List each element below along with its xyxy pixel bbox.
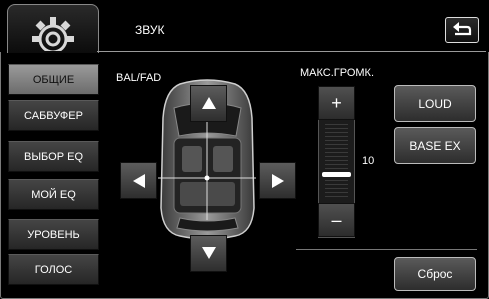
menu-item-general[interactable]: ОБЩИЕ (8, 64, 99, 95)
arrow-down-icon (202, 247, 216, 259)
balance-left-button[interactable] (120, 162, 157, 199)
page-title: ЗВУК (135, 23, 165, 37)
balance-right-button[interactable] (259, 162, 296, 199)
back-button[interactable] (445, 17, 479, 43)
volume-minus-button[interactable]: – (318, 203, 355, 237)
arrow-up-icon (202, 97, 216, 109)
fader-rear-button[interactable] (190, 235, 227, 272)
volume-value: 10 (362, 155, 375, 167)
volume-slider-thumb[interactable] (322, 172, 351, 177)
volume-plus-button[interactable]: + (318, 86, 355, 120)
volume-scale (325, 124, 348, 200)
arrow-right-icon (272, 174, 284, 188)
reset-button[interactable]: Сброс (394, 257, 476, 291)
settings-tab[interactable] (7, 4, 99, 53)
back-arrow-icon (453, 22, 472, 36)
base-ex-button[interactable]: BASE EX (394, 127, 476, 164)
gear-icon (32, 17, 74, 51)
header-divider (97, 51, 486, 52)
fader-front-button[interactable] (190, 85, 227, 122)
loud-button[interactable]: LOUD (394, 85, 476, 122)
bottom-divider (296, 249, 477, 250)
header: ЗВУК (0, 0, 489, 53)
menu-item-my-eq[interactable]: МОЙ EQ (8, 179, 99, 210)
menu-item-subwoofer[interactable]: САБВУФЕР (8, 100, 99, 131)
max-volume-label: МАКС.ГРОМК. (300, 67, 375, 79)
arrow-left-icon (133, 174, 145, 188)
menu-item-eq-select[interactable]: ВЫБОР EQ (8, 141, 99, 172)
menu-item-level[interactable]: УРОВЕНЬ (8, 219, 99, 250)
menu-item-voice[interactable]: ГОЛОС (8, 254, 99, 285)
